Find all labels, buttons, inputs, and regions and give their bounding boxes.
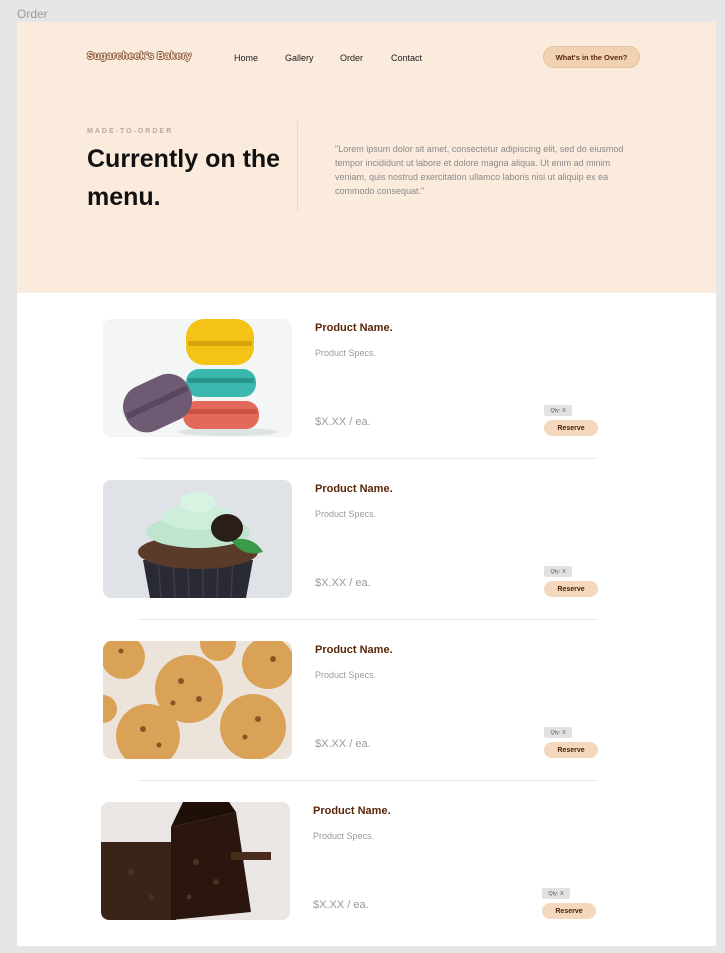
nav-contact[interactable]: Contact (391, 53, 422, 63)
brownies-photo (101, 802, 290, 920)
nav-gallery[interactable]: Gallery (285, 53, 314, 63)
product-specs: Product Specs. (315, 670, 377, 680)
product-price: $X.XX / ea. (315, 738, 371, 750)
cupcake-photo (103, 480, 292, 598)
product-card: Product Name. Product Specs. $X.XX / ea.… (103, 319, 599, 437)
qty-badge[interactable]: Qty: X (542, 888, 570, 899)
product-name: Product Name. (315, 322, 393, 334)
product-specs: Product Specs. (315, 509, 377, 519)
bakery-order-page: Sugarcheek's Bakery Home Gallery Order C… (17, 22, 716, 946)
hero-divider (297, 121, 298, 211)
product-divider (138, 780, 597, 781)
product-price: $X.XX / ea. (315, 577, 371, 589)
hero-quote: "Lorem ipsum dolor sit amet, consectetur… (335, 144, 624, 196)
macarons-photo (103, 319, 292, 437)
qty-badge[interactable]: Qty: X (544, 566, 572, 577)
product-name: Product Name. (313, 805, 391, 817)
product-specs: Product Specs. (315, 348, 377, 358)
product-price: $X.XX / ea. (315, 416, 371, 428)
cookies-photo (103, 641, 292, 759)
bakery-logo[interactable]: Sugarcheek's Bakery (87, 51, 192, 62)
product-specs: Product Specs. (313, 831, 375, 841)
product-name: Product Name. (315, 483, 393, 495)
frame-label: Order (17, 7, 48, 21)
reserve-button[interactable]: Reserve (542, 903, 596, 919)
qty-badge[interactable]: Qty: X (544, 727, 572, 738)
hero-eyebrow: MADE-TO-ORDER (87, 128, 174, 135)
whats-in-oven-button[interactable]: What's in the Oven? (543, 46, 640, 68)
qty-badge[interactable]: Qty: X (544, 405, 572, 416)
product-card: Product Name. Product Specs. $X.XX / ea.… (101, 802, 597, 920)
product-divider (138, 458, 597, 459)
page-title: Currently on the menu. (87, 145, 281, 211)
product-divider (138, 619, 597, 620)
reserve-button[interactable]: Reserve (544, 420, 598, 436)
reserve-button[interactable]: Reserve (544, 581, 598, 597)
product-card: Product Name. Product Specs. $X.XX / ea.… (103, 480, 599, 598)
nav-home[interactable]: Home (234, 53, 258, 63)
product-name: Product Name. (315, 644, 393, 656)
reserve-button[interactable]: Reserve (544, 742, 598, 758)
hero-section: Sugarcheek's Bakery Home Gallery Order C… (17, 22, 716, 293)
product-card: Product Name. Product Specs. $X.XX / ea.… (103, 641, 599, 759)
product-price: $X.XX / ea. (313, 899, 369, 911)
nav-order[interactable]: Order (340, 53, 363, 63)
